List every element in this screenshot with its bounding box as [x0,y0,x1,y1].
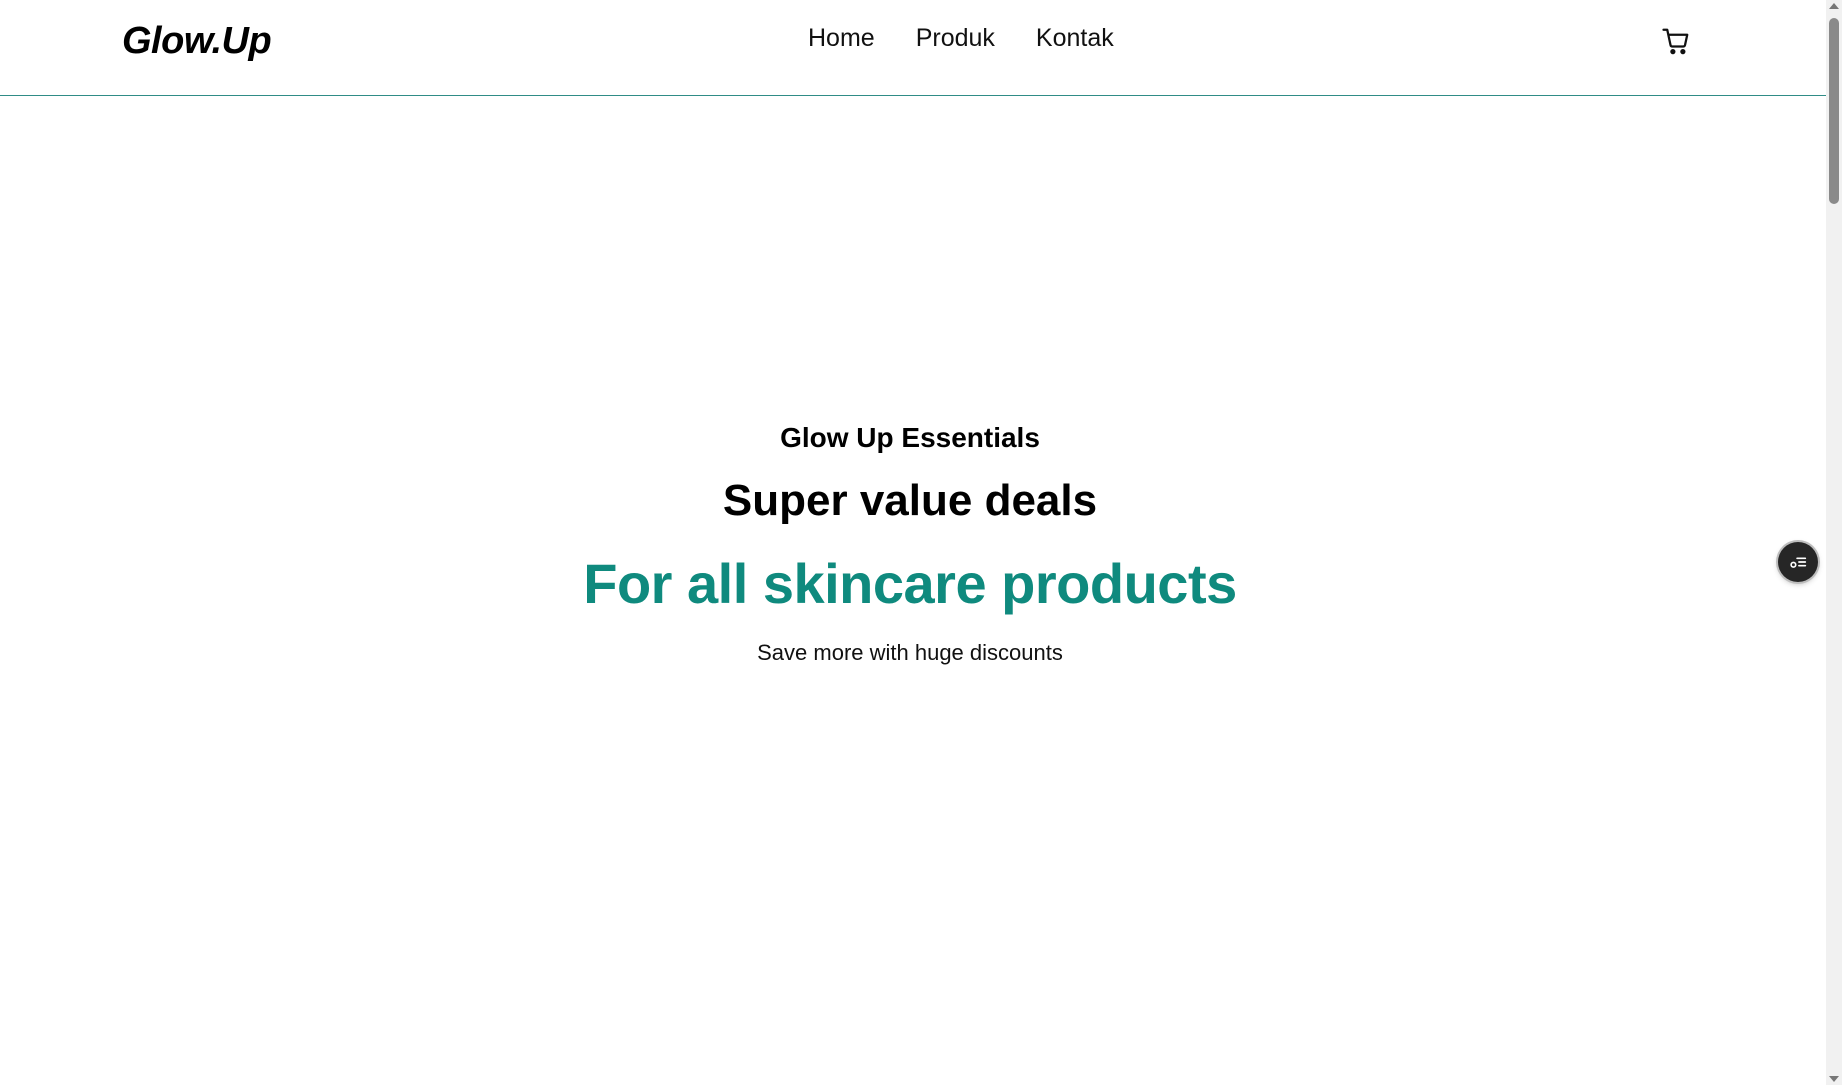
scroll-up-arrow-icon[interactable] [1829,3,1839,9]
hero-eyebrow: Glow Up Essentials [780,422,1040,453]
scroll-down-arrow-icon[interactable] [1829,1076,1839,1082]
nav-links: Home Produk Kontak [808,24,1114,53]
cart-button[interactable] [1661,26,1691,56]
hero-section: Glow Up Essentials Super value deals For… [0,96,1820,1085]
nav-link-home[interactable]: Home [808,24,875,53]
nav-link-kontak[interactable]: Kontak [1036,24,1114,53]
brand-logo[interactable]: Glow.Up [122,20,272,63]
browser-viewport: Glow.Up Home Produk Kontak Glow Up Essen… [0,0,1842,1085]
hero-subheadline: For all skincare products [583,552,1237,615]
floating-widget-button[interactable] [1778,542,1818,582]
settings-list-icon [1790,557,1807,568]
nav-link-produk[interactable]: Produk [916,24,995,53]
page: Glow.Up Home Produk Kontak Glow Up Essen… [0,0,1826,1085]
vertical-scrollbar[interactable] [1826,0,1842,1085]
hero-headline: Super value deals [722,476,1098,525]
hero-tagline: Save more with huge discounts [757,640,1063,665]
cart-icon [1662,28,1689,55]
scrollbar-thumb[interactable] [1829,18,1839,204]
navbar: Glow.Up Home Produk Kontak [0,0,1826,96]
